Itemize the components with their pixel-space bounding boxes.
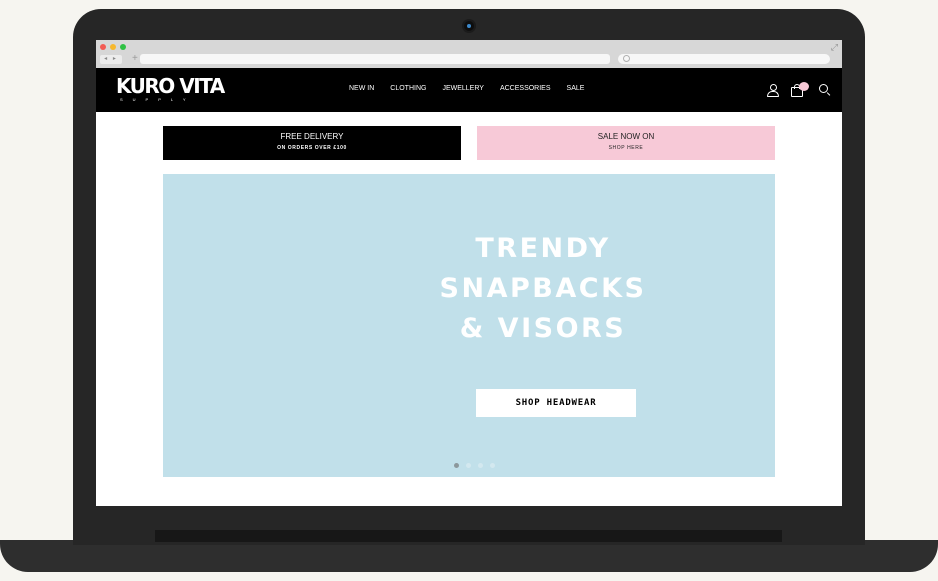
logo-wordmark: KURO VITA xyxy=(116,74,225,98)
hero-heading-line: & VISORS xyxy=(459,313,627,344)
sale-banner[interactable]: SALE NOW ON SHOP HERE xyxy=(477,126,775,160)
user-icon[interactable] xyxy=(766,83,780,97)
sale-title: SALE NOW ON xyxy=(597,132,655,141)
carousel-dots xyxy=(454,463,495,468)
site-header: KURO VITA SUPPLY NEW IN CLOTHING JEWELLE… xyxy=(96,68,842,112)
main-nav: NEW IN CLOTHING JEWELLERY ACCESSORIES SA… xyxy=(349,84,600,94)
carousel-dot-3[interactable] xyxy=(478,463,483,468)
shop-headwear-button[interactable]: SHOP HEADWEAR xyxy=(476,389,636,417)
nav-item-sale[interactable]: SALE xyxy=(567,84,585,94)
logo[interactable]: KURO VITA SUPPLY xyxy=(116,74,225,102)
fullscreen-icon[interactable]: ⤢ xyxy=(831,42,838,52)
cart-badge xyxy=(799,82,809,91)
browser-search-field[interactable] xyxy=(618,54,830,64)
close-window-button[interactable] xyxy=(100,44,106,50)
browser-toolbar: ⤢ ◂ ▸ + xyxy=(96,40,842,69)
search-icon xyxy=(623,55,630,62)
back-forward-buttons[interactable]: ◂ ▸ xyxy=(100,55,122,64)
free-delivery-title: FREE DELIVERY xyxy=(280,132,344,141)
address-bar[interactable] xyxy=(140,54,610,64)
free-delivery-banner[interactable]: FREE DELIVERY ON ORDERS OVER £100 xyxy=(163,126,461,160)
nav-item-accessories[interactable]: ACCESSORIES xyxy=(500,84,551,94)
carousel-dot-4[interactable] xyxy=(490,463,495,468)
laptop-hinge xyxy=(155,530,782,542)
carousel-dot-2[interactable] xyxy=(466,463,471,468)
hero-heading: TRENDY SNAPBACKS & VISORS xyxy=(428,229,658,349)
carousel-dot-1[interactable] xyxy=(454,463,459,468)
minimize-window-button[interactable] xyxy=(110,44,116,50)
nav-item-new-in[interactable]: NEW IN xyxy=(349,84,374,94)
search-icon[interactable] xyxy=(818,83,832,97)
free-delivery-subtitle: ON ORDERS OVER £100 xyxy=(277,145,347,151)
screen: ⤢ ◂ ▸ + KURO VITA SUPPLY NEW IN CLOTHING… xyxy=(96,40,842,506)
hero-heading-line: SNAPBACKS xyxy=(439,273,647,304)
webcam-icon xyxy=(464,21,474,31)
new-tab-icon[interactable]: + xyxy=(132,53,138,65)
nav-item-jewellery[interactable]: JEWELLERY xyxy=(442,84,484,94)
shop-here-link[interactable]: SHOP HERE xyxy=(477,145,775,152)
hero-heading-line: TRENDY xyxy=(475,233,611,264)
hero-carousel: TRENDY SNAPBACKS & VISORS SHOP HEADWEAR xyxy=(163,174,775,477)
nav-item-clothing[interactable]: CLOTHING xyxy=(390,84,426,94)
maximize-window-button[interactable] xyxy=(120,44,126,50)
